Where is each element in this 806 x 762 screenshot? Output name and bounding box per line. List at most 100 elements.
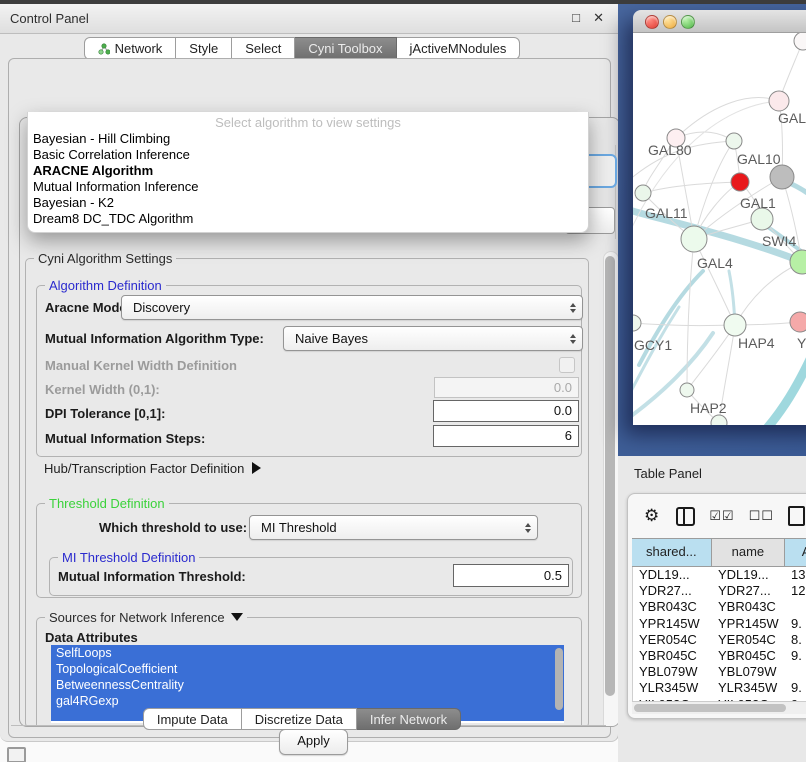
node-label: GAL80 [648,142,692,158]
sources-title: Sources for Network Inference [45,610,247,625]
hub-definition-expander[interactable]: Hub/Transcription Factor Definition [44,461,261,476]
network-node[interactable] [790,250,806,274]
manual-kernel-checkbox[interactable] [559,357,575,373]
network-window: GALGAL80GAL10GAL1GAL11SWI4GAL4GCY1HAP4YH… [633,10,806,425]
which-threshold-value: MI Threshold [261,520,337,535]
mi-type-label: Mutual Information Algorithm Type: [45,331,264,346]
table-cell: YPR145W [633,616,712,632]
dpi-tolerance-field[interactable]: 0.0 [433,400,579,422]
table-cell: YER054C [712,632,785,648]
aracne-mode-label: Aracne Mode: [45,300,131,315]
network-edge[interactable] [694,239,735,325]
table-row[interactable]: YLR345WYLR345W9. [633,680,806,696]
network-node[interactable] [724,314,746,336]
restore-panel-icon[interactable] [7,747,26,762]
network-graph: GALGAL80GAL10GAL1GAL11SWI4GAL4GCY1HAP4YH… [633,33,806,425]
table-row[interactable]: YPR145WYPR145W9. [633,616,806,632]
control-panel-title: Control Panel [10,4,89,33]
network-node[interactable] [770,165,794,189]
kernel-width-label: Kernel Width (0,1): [45,382,160,397]
tab-cyni-toolbox[interactable]: Cyni Toolbox [295,37,396,60]
dropdown-item[interactable]: Bayesian - K2 [28,195,588,211]
tab-infer-network[interactable]: Infer Network [357,708,461,730]
threshold-definition-group: Threshold Definition Which threshold to … [36,503,582,598]
select-all-icon[interactable]: ☑☑ [709,508,734,524]
network-node[interactable] [790,312,806,332]
table-cell: YDR27... [633,583,712,599]
network-node[interactable] [731,173,749,191]
table-cell: YBR045C [633,648,712,664]
attribute-item[interactable]: SelfLoops [51,645,564,661]
close-panel-icon[interactable]: ✕ [593,10,604,26]
settings-scrollbar[interactable] [603,251,619,727]
dropdown-item[interactable]: ARACNE Algorithm [28,163,588,179]
column-header[interactable]: name [712,539,786,566]
network-edge[interactable] [633,323,735,326]
network-node[interactable] [711,415,727,425]
network-edge[interactable] [676,98,779,138]
aracne-mode-combo[interactable]: Discovery [121,295,583,320]
settings-scrollbar-thumb[interactable] [605,256,615,696]
network-window-titlebar[interactable] [633,10,806,33]
control-panel-titlebar: Control Panel □ ✕ [0,4,618,34]
table-row[interactable]: YDL19...YDL19...13 [633,567,806,583]
tab-impute-data[interactable]: Impute Data [143,708,242,730]
which-threshold-combo[interactable]: MI Threshold [249,515,538,540]
close-window-icon[interactable] [645,15,659,29]
which-threshold-label: Which threshold to use: [99,520,247,535]
tab-style[interactable]: Style [176,37,232,60]
node-table: shared...nameA YDL19...YDL19...13YDR27..… [632,538,806,708]
float-panel-icon[interactable]: □ [572,10,580,25]
dropdown-item[interactable]: Mutual Information Inference [28,179,588,195]
network-canvas[interactable]: GALGAL80GAL10GAL1GAL11SWI4GAL4GCY1HAP4YH… [633,33,806,425]
table-hscrollbar[interactable] [632,701,806,714]
attribute-item[interactable]: BetweennessCentrality [51,677,564,693]
apply-button[interactable]: Apply [279,729,348,755]
network-edge[interactable] [761,353,806,425]
mi-steps-field[interactable]: 6 [433,425,579,447]
tab-select[interactable]: Select [232,37,295,60]
table-row[interactable]: YER054CYER054C8. [633,632,806,648]
table-body: YDL19...YDL19...13YDR27...YDR27...12YBR0… [632,567,806,702]
attribute-item[interactable]: TopologicalCoefficient [51,661,564,677]
table-cell: YBL079W [633,664,712,680]
table-row[interactable]: YBL079WYBL079W [633,664,806,680]
mi-threshold-field[interactable]: 0.5 [453,564,569,587]
dropdown-item[interactable]: Basic Correlation Inference [28,147,588,163]
file-icon[interactable] [788,506,805,526]
network-node[interactable] [769,91,789,111]
dropdown-item[interactable]: Bayesian - Hill Climbing [28,131,588,147]
network-node[interactable] [681,226,707,252]
dpi-tolerance-label: DPI Tolerance [0,1]: [45,406,165,421]
columns-icon[interactable] [676,507,695,526]
tab-jactivemnodules[interactable]: jActiveMNodules [397,37,521,60]
network-node[interactable] [794,33,806,50]
list-scrollbar-thumb[interactable] [555,648,563,710]
table-row[interactable]: YBR043CYBR043C [633,599,806,615]
network-edge[interactable] [643,182,740,193]
network-edge[interactable] [694,141,734,239]
column-header[interactable]: A [785,539,806,566]
collapse-arrow-icon [231,613,243,621]
table-row[interactable]: YDR27...YDR27...12 [633,583,806,599]
zoom-window-icon[interactable] [681,15,695,29]
minimize-window-icon[interactable] [663,15,677,29]
attribute-item[interactable]: gal4RGexp [51,693,564,709]
tab-network[interactable]: Network [84,37,177,60]
tab-discretize-data[interactable]: Discretize Data [242,708,357,730]
deselect-all-icon[interactable]: ☐☐ [749,508,774,524]
dropdown-item[interactable]: Dream8 DC_TDC Algorithm [28,211,588,227]
network-node[interactable] [680,383,694,397]
table-hscrollbar-thumb[interactable] [634,704,786,712]
network-icon [98,43,110,55]
network-node[interactable] [726,133,742,149]
mi-type-combo[interactable]: Naive Bayes [283,326,583,351]
table-row[interactable]: YBR045CYBR045C9. [633,648,806,664]
kernel-width-field[interactable]: 0.0 [434,377,579,398]
gear-icon[interactable]: ⚙ [644,506,659,526]
network-node[interactable] [751,208,773,230]
table-header-row: shared...nameA [632,538,806,567]
network-node[interactable] [635,185,651,201]
network-node[interactable] [633,315,641,331]
column-header[interactable]: shared... [632,539,712,566]
